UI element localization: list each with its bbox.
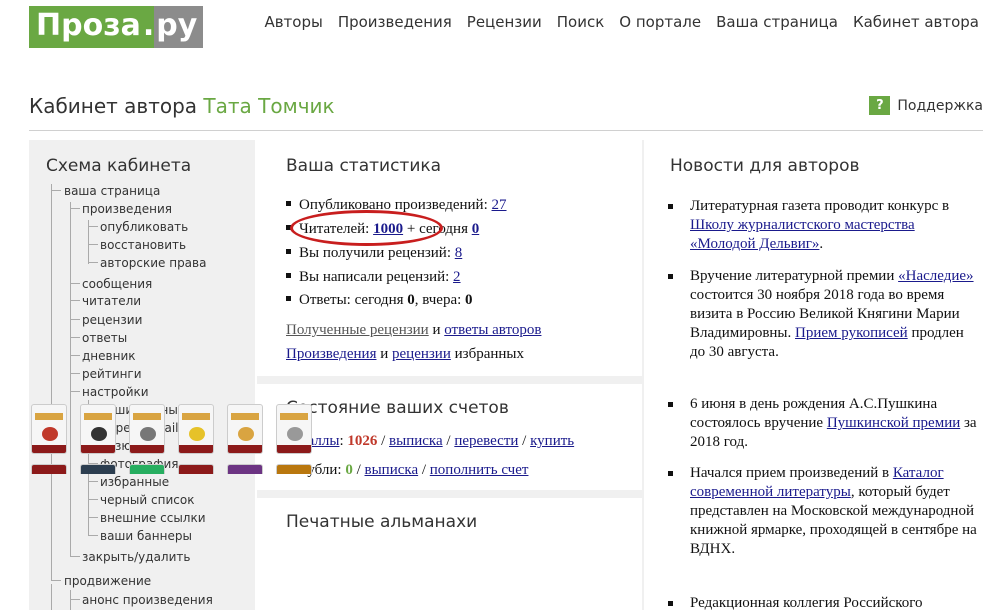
sidebar-item-messages[interactable]: сообщения xyxy=(82,277,152,291)
news-title: Новости для авторов xyxy=(670,156,860,176)
almanac-cover[interactable] xyxy=(31,404,67,454)
nav-works[interactable]: Произведения xyxy=(338,13,452,31)
points-transfer-link[interactable]: перевести xyxy=(454,433,518,449)
sidebar-item-restore[interactable]: восстановить xyxy=(100,238,186,252)
news-item: Начался прием произведений в Каталог сов… xyxy=(668,464,980,559)
support-label[interactable]: Поддержка xyxy=(897,98,983,114)
sidebar-item-external-links[interactable]: внешние ссылки xyxy=(100,511,206,525)
almanac-cover[interactable] xyxy=(80,404,116,454)
page-title: Кабинет автора Тата Томчик xyxy=(29,94,335,118)
section-divider xyxy=(257,376,642,384)
almanac-cover[interactable] xyxy=(129,404,165,454)
stat-answers: Ответы: сегодня 0, вчера: 0 xyxy=(286,292,473,309)
news-item: 6 июня в день рождения А.С.Пушкина состо… xyxy=(668,395,980,452)
author-answers-link[interactable]: ответы авторов xyxy=(444,322,541,338)
nav-reviews[interactable]: Рецензии xyxy=(467,13,542,31)
site-logo[interactable]: Проза. ру xyxy=(29,6,204,48)
rubles-statement-link[interactable]: выписка xyxy=(365,462,419,478)
news-link[interactable]: Пушкинской премии xyxy=(827,415,960,431)
logo-dot: . xyxy=(142,6,155,48)
sidebar-item-blacklist[interactable]: черный список xyxy=(100,493,194,507)
published-count-link[interactable]: 27 xyxy=(492,197,507,213)
nav-search[interactable]: Поиск xyxy=(557,13,605,31)
sidebar-item-works[interactable]: произведения xyxy=(82,202,172,216)
news-link[interactable]: Школу журналистского мастерства «Молодой… xyxy=(690,217,915,252)
sidebar-item-your-page[interactable]: ваша страница xyxy=(64,184,160,198)
logo-main-text: Проза xyxy=(29,6,143,48)
page-title-prefix: Кабинет автора xyxy=(29,94,198,118)
nav-your-page[interactable]: Ваша страница xyxy=(716,13,838,31)
almanacs-title: Печатные альманахи xyxy=(286,512,478,532)
rubles-row: Рубли: 0 / выписка / пополнить счет xyxy=(286,462,528,479)
readers-highlight-oval xyxy=(290,210,443,246)
sidebar-item-close-delete[interactable]: закрыть/удалить xyxy=(82,550,190,564)
author-name[interactable]: Тата Томчик xyxy=(203,94,334,118)
nav-author-cabinet[interactable]: Кабинет автора xyxy=(853,13,979,31)
almanacs-panel: Печатные альманахи xyxy=(257,498,642,610)
news-item: Вручение литературной премии «Наследие» … xyxy=(668,267,980,362)
topup-link[interactable]: пополнить счет xyxy=(430,462,529,478)
almanac-cover[interactable] xyxy=(129,464,165,474)
sidebar-item-promotion[interactable]: продвижение xyxy=(64,574,151,588)
sidebar-item-publish[interactable]: опубликовать xyxy=(100,220,188,234)
points-row: Баллы: 1026 / выписка / перевести / купи… xyxy=(286,433,574,450)
favorite-reviews-link[interactable]: рецензии xyxy=(392,346,451,362)
points-statement-link[interactable]: выписка xyxy=(389,433,443,449)
almanac-cover[interactable] xyxy=(80,464,116,474)
author-news-column: Новости для авторов Литературная газета … xyxy=(644,140,997,610)
readers-today-link[interactable]: 0 xyxy=(472,221,480,237)
sidebar-item-answers[interactable]: ответы xyxy=(82,331,127,345)
points-buy-link[interactable]: купить xyxy=(530,433,574,449)
tree-line xyxy=(51,184,52,580)
sidebar-item-banners[interactable]: ваши баннеры xyxy=(100,529,192,543)
rubles-value: 0 xyxy=(345,462,353,478)
news-item: Редакционная коллегия Российского xyxy=(668,594,980,610)
almanac-cover[interactable] xyxy=(227,404,263,454)
news-link[interactable]: Прием рукописей xyxy=(795,325,908,341)
reviews-links-row: Полученные рецензии и ответы авторов xyxy=(286,322,542,338)
received-reviews-link[interactable]: Полученные рецензии xyxy=(286,322,429,338)
nav-authors[interactable]: Авторы xyxy=(264,13,322,31)
favorites-links-row: Произведения и рецензии избранных xyxy=(286,346,524,362)
statistics-panel: Ваша статистика Опубликовано произведени… xyxy=(257,140,642,376)
cabinet-sidebar: Схема кабинета ваша страница произведени… xyxy=(29,140,255,610)
sidebar-item-copyright[interactable]: авторские права xyxy=(100,256,206,270)
tree-line xyxy=(51,584,52,610)
stat-reviews-received: Вы получили рецензий: 8 xyxy=(286,245,462,262)
section-divider xyxy=(257,490,642,498)
reviews-received-link[interactable]: 8 xyxy=(455,245,463,261)
header-divider xyxy=(29,130,983,131)
sidebar-item-work-announce[interactable]: анонс произведения xyxy=(82,593,213,607)
sidebar-item-settings[interactable]: настройки xyxy=(82,385,149,399)
statistics-title: Ваша статистика xyxy=(286,156,442,176)
stat-reviews-written: Вы написали рецензий: 2 xyxy=(286,269,461,286)
almanac-cover[interactable] xyxy=(276,464,312,474)
sidebar-item-favorites[interactable]: избранные xyxy=(100,475,169,489)
help-icon: ? xyxy=(869,96,891,115)
news-link[interactable]: «Наследие» xyxy=(898,268,973,284)
news-item: Литературная газета проводит конкурс в Ш… xyxy=(668,197,980,254)
tree-line xyxy=(70,590,71,610)
nav-about[interactable]: О портале xyxy=(619,13,701,31)
points-value: 1026 xyxy=(347,433,378,449)
almanac-cover[interactable] xyxy=(276,404,312,454)
almanac-cover[interactable] xyxy=(178,404,214,454)
sidebar-item-ratings[interactable]: рейтинги xyxy=(82,367,142,381)
statistics-column: Ваша статистика Опубликовано произведени… xyxy=(257,140,642,610)
sidebar-title: Схема кабинета xyxy=(46,156,192,176)
sidebar-item-reviews[interactable]: рецензии xyxy=(82,313,142,327)
support-link[interactable]: ? Поддержка xyxy=(869,96,983,115)
favorite-works-link[interactable]: Произведения xyxy=(286,346,376,362)
tree-line xyxy=(70,202,71,556)
top-navigation: Авторы Произведения Рецензии Поиск О пор… xyxy=(249,13,979,31)
sidebar-item-diary[interactable]: дневник xyxy=(82,349,136,363)
accounts-panel: Состояние ваших счетов Баллы: 1026 / вып… xyxy=(257,384,642,490)
almanac-cover[interactable] xyxy=(31,464,67,474)
almanac-cover[interactable] xyxy=(227,464,263,474)
logo-tld-text: ру xyxy=(154,6,204,48)
reviews-written-link[interactable]: 2 xyxy=(453,269,461,285)
accounts-title: Состояние ваших счетов xyxy=(286,398,509,418)
sidebar-item-readers[interactable]: читатели xyxy=(82,294,141,308)
almanac-cover[interactable] xyxy=(178,464,214,474)
